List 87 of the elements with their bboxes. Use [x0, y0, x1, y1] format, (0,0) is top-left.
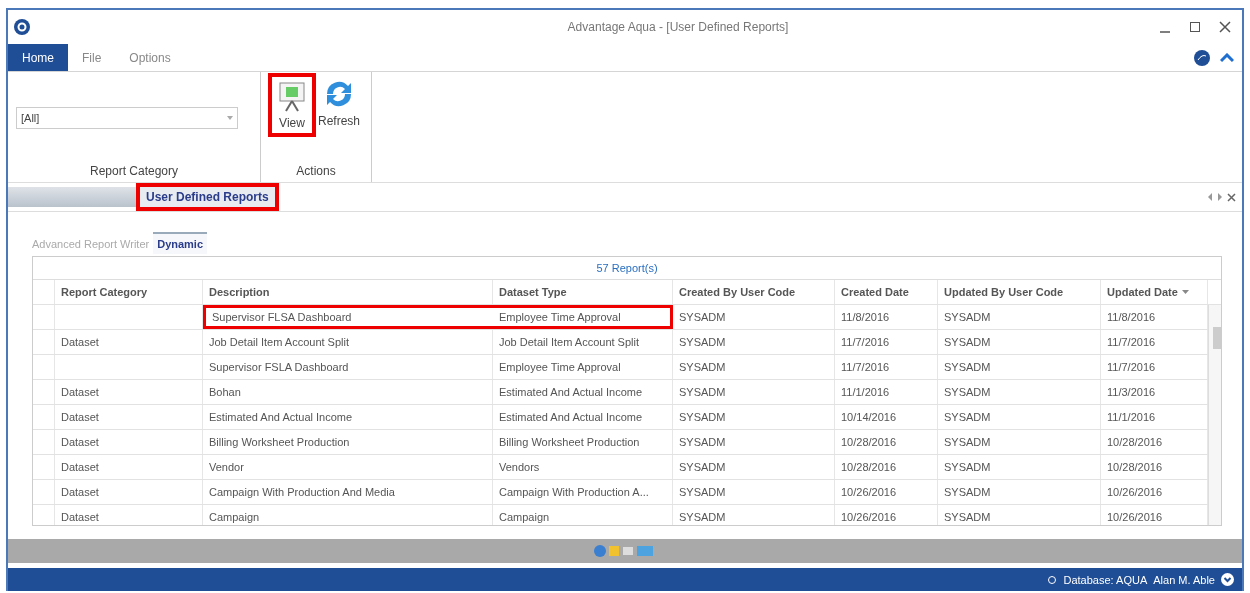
- minimize-icon: [1159, 31, 1171, 33]
- table-cell: Dataset: [55, 480, 203, 504]
- presentation-board-icon: [277, 80, 307, 112]
- table-cell: Supervisor FLSA Dashboard: [203, 305, 493, 329]
- column-header[interactable]: Updated Date: [1101, 280, 1208, 304]
- sort-arrow-icon: [1181, 290, 1189, 294]
- scroll-right-icon[interactable]: [1217, 192, 1223, 201]
- maximize-icon: [1189, 21, 1201, 33]
- table-cell: Billing Worksheet Production: [493, 430, 673, 454]
- table-cell: SYSADM: [938, 305, 1101, 329]
- table-cell: SYSADM: [938, 330, 1101, 354]
- refresh-button[interactable]: Refresh: [315, 74, 364, 132]
- table-cell: SYSADM: [673, 405, 835, 429]
- table-cell: Dataset: [55, 330, 203, 354]
- report-count: 57 Report(s): [596, 262, 658, 274]
- table-cell: SYSADM: [673, 430, 835, 454]
- scroll-left-icon[interactable]: [1207, 192, 1213, 201]
- table-cell: Job Detail Item Account Split: [203, 330, 493, 354]
- table-cell: SYSADM: [938, 480, 1101, 504]
- database-label: Database: AQUA: [1063, 573, 1148, 586]
- table-cell: SYSADM: [938, 505, 1101, 525]
- table-cell: Dataset: [55, 430, 203, 454]
- close-icon: [1219, 21, 1231, 33]
- window-title: Advantage Aqua - [User Defined Reports]: [567, 20, 789, 34]
- close-icon[interactable]: [1227, 192, 1236, 202]
- table-cell: Employee Time Approval: [493, 305, 673, 329]
- table-cell: Dataset: [55, 505, 203, 525]
- table-cell: Estimated And Actual Income: [493, 380, 673, 404]
- dropdown-arrow-icon: [227, 116, 233, 120]
- table-cell: 11/8/2016: [835, 305, 938, 329]
- table-cell: SYSADM: [673, 455, 835, 479]
- table-cell: SYSADM: [938, 455, 1101, 479]
- app-logo-icon: [14, 19, 30, 35]
- user-name: Alan M. Able: [1153, 573, 1215, 586]
- table-cell: Estimated And Actual Income: [493, 405, 673, 429]
- column-header[interactable]: Created By User Code: [673, 280, 835, 304]
- table-cell: Estimated And Actual Income: [203, 405, 493, 429]
- table-cell: SYSADM: [673, 305, 835, 329]
- table-cell: SYSADM: [938, 380, 1101, 404]
- table-cell: Campaign With Production And Media: [203, 480, 493, 504]
- table-cell: 10/26/2016: [835, 505, 938, 525]
- table-cell: Dataset: [55, 455, 203, 479]
- ribbon-tab[interactable]: Home: [8, 44, 68, 71]
- table-cell: Employee Time Approval: [493, 355, 673, 379]
- table-cell: Dataset: [55, 405, 203, 429]
- table-cell: Campaign With Production A...: [493, 480, 673, 504]
- table-cell: SYSADM: [673, 480, 835, 504]
- help-globe-icon[interactable]: [1194, 49, 1210, 66]
- table-cell: Job Detail Item Account Split: [493, 330, 673, 354]
- vertical-scrollbar[interactable]: [1208, 305, 1221, 525]
- column-header[interactable]: Dataset Type: [493, 280, 673, 304]
- view-button[interactable]: View: [269, 74, 315, 136]
- table-cell: SYSADM: [938, 430, 1101, 454]
- ribbon-tab[interactable]: Options: [115, 44, 185, 71]
- table-cell: SYSADM: [673, 330, 835, 354]
- table-cell: SYSADM: [938, 355, 1101, 379]
- table-cell: Vendors: [493, 455, 673, 479]
- table-cell: SYSADM: [673, 380, 835, 404]
- table-cell: 11/1/2016: [835, 380, 938, 404]
- table-cell: 10/26/2016: [835, 480, 938, 504]
- column-header[interactable]: Description: [203, 280, 493, 304]
- ribbon-tab[interactable]: File: [68, 44, 116, 71]
- collapse-ribbon-icon[interactable]: [1220, 52, 1234, 63]
- table-cell: Dataset: [55, 380, 203, 404]
- document-tab[interactable]: User Defined Reports: [138, 185, 277, 209]
- table-cell: 10/28/2016: [835, 455, 938, 479]
- table-cell: SYSADM: [938, 405, 1101, 429]
- table-cell: Bohan: [203, 380, 493, 404]
- dropdown-icon[interactable]: [1221, 573, 1234, 586]
- table-cell: 10/28/2016: [835, 430, 938, 454]
- column-header[interactable]: Report Category: [55, 280, 203, 304]
- group-label: Report Category: [88, 164, 179, 180]
- report-category-dropdown[interactable]: [All]: [16, 107, 238, 129]
- table-cell: 10/14/2016: [835, 405, 938, 429]
- group-label: Actions: [295, 164, 337, 180]
- table-cell: 11/7/2016: [835, 355, 938, 379]
- table-cell: SYSADM: [673, 505, 835, 525]
- column-header[interactable]: Updated By User Code: [938, 280, 1101, 304]
- table-cell: Supervisor FSLA Dashboard: [203, 355, 493, 379]
- column-header[interactable]: Created Date: [835, 280, 938, 304]
- table-cell: SYSADM: [673, 355, 835, 379]
- view-tab[interactable]: Dynamic: [153, 232, 208, 254]
- table-cell: Campaign: [493, 505, 673, 525]
- table-cell: Campaign: [203, 505, 493, 525]
- table-cell: Billing Worksheet Production: [203, 430, 493, 454]
- table-cell: Vendor: [203, 455, 493, 479]
- table-cell: 11/7/2016: [835, 330, 938, 354]
